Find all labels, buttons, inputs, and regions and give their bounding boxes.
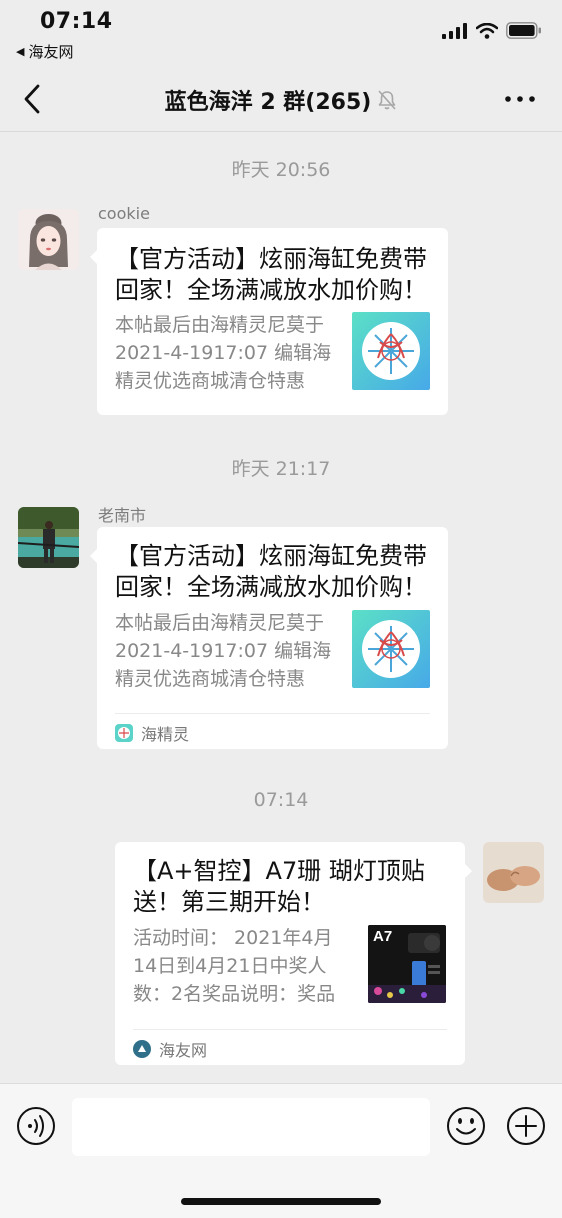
message-input[interactable]: [72, 1098, 430, 1156]
card-source: 海友网: [133, 1037, 207, 1061]
plus-icon[interactable]: [506, 1106, 546, 1146]
source-label: 海精灵: [141, 725, 190, 744]
card-thumbnail: [352, 610, 430, 688]
status-icons: [442, 22, 542, 39]
sender-name: 老南市: [98, 506, 147, 525]
wifi-icon: [476, 22, 498, 39]
message-timestamp: 07:14: [253, 789, 309, 811]
voice-icon[interactable]: [16, 1106, 56, 1146]
page-title: 蓝色海洋 2 群(265): [164, 90, 372, 115]
card-title: 【官方活动】炫丽海缸免费带回家！全场满减放水加价购！: [115, 245, 427, 304]
battery-icon: [506, 22, 541, 39]
card-divider: [133, 1029, 447, 1030]
card-description: 本帖最后由海精灵尼莫于 2021-4-1917:07 编辑海精灵优选商城清仓特惠: [115, 612, 332, 690]
source-app-icon: [133, 1040, 151, 1058]
back-triangle-icon: ◀: [16, 45, 25, 58]
message-timestamp: 昨天 20:56: [231, 159, 331, 181]
status-time: 07:14: [40, 9, 113, 34]
card-divider: [115, 713, 430, 714]
link-card[interactable]: 【A+智控】A7珊 瑚灯顶贴送！第三期开始！ 活动时间： 2021年4月14日到…: [115, 842, 472, 1065]
emoji-icon[interactable]: [446, 1106, 486, 1146]
card-description: 活动时间： 2021年4月14日到4月21日中奖人数：2名奖品说明：奖品: [133, 927, 336, 1005]
card-title: 【A+智控】A7珊 瑚灯顶贴送！第三期开始！: [133, 857, 425, 916]
avatar[interactable]: [18, 209, 79, 270]
link-card[interactable]: 【官方活动】炫丽海缸免费带回家！全场满减放水加价购！ 本帖最后由海精灵尼莫于 2…: [90, 228, 448, 415]
thumbnail-label: A7: [373, 928, 393, 945]
message-timestamp: 昨天 21:17: [231, 458, 331, 480]
sender-name: cookie: [98, 204, 150, 223]
source-app-icon: [115, 724, 133, 742]
avatar[interactable]: [483, 842, 544, 903]
card-thumbnail: A7: [368, 925, 446, 1003]
nav-bar: 蓝色海洋 2 群(265): [0, 68, 562, 132]
chat-title-area: 蓝色海洋 2 群(265): [0, 84, 562, 116]
mute-bell-icon: [378, 90, 396, 110]
home-indicator[interactable]: [181, 1198, 381, 1205]
back-to-app-link[interactable]: ◀ 海友网: [16, 41, 73, 62]
signal-icon: [442, 22, 467, 39]
avatar[interactable]: [18, 507, 79, 568]
card-title: 【官方活动】炫丽海缸免费带回家！全场满减放水加价购！: [115, 542, 427, 601]
card-source: 海精灵: [115, 721, 189, 745]
more-icon[interactable]: [504, 90, 536, 108]
back-app-label: 海友网: [28, 43, 74, 61]
status-bar: 07:14 ◀ 海友网: [0, 0, 562, 68]
card-description: 本帖最后由海精灵尼莫于 2021-4-1917:07 编辑海精灵优选商城清仓特惠: [115, 314, 332, 392]
card-thumbnail: [352, 312, 430, 390]
link-card[interactable]: 【官方活动】炫丽海缸免费带回家！全场满减放水加价购！ 本帖最后由海精灵尼莫于 2…: [90, 527, 448, 749]
source-label: 海友网: [159, 1041, 208, 1060]
